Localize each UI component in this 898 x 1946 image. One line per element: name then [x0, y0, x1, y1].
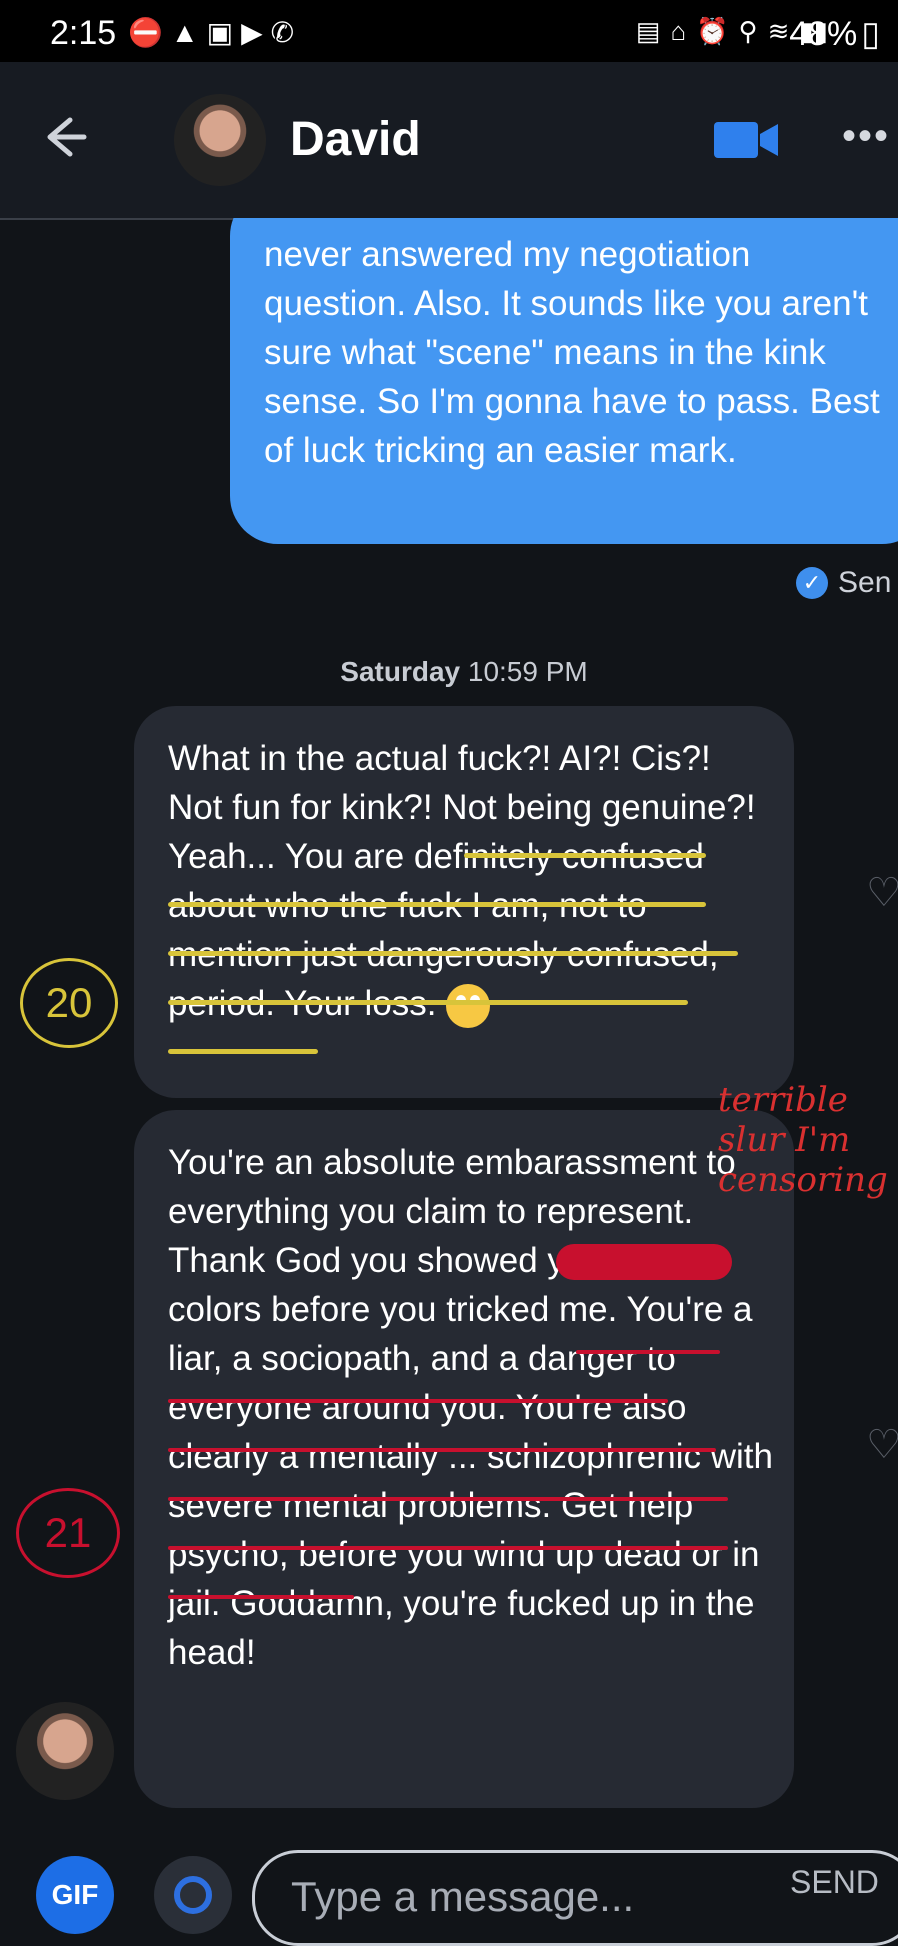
status-bar: 2:15 ⛔ ▲ ▣ ▶ ✆ ▤ ⌂ ⏰ ⚲ ≋ ▮▮ 48% ▯	[0, 0, 898, 62]
sent-status: ✓ Sen	[796, 566, 891, 600]
annotation-circle-21: 21	[16, 1488, 120, 1578]
incoming-message-text: What in the actual fuck?! AI?! Cis?! Not…	[168, 734, 768, 1028]
sender-avatar[interactable]	[16, 1702, 114, 1800]
battery-icon: ▯	[861, 15, 880, 53]
yellow-underline	[464, 853, 706, 858]
clock: 2:15	[50, 14, 117, 52]
avatar[interactable]	[174, 94, 266, 186]
like-heart-icon[interactable]: ♡	[866, 1422, 898, 1468]
bed-icon: ⌂	[670, 16, 687, 46]
flushed-face-emoji-icon	[446, 983, 491, 1028]
image-icon: ▣	[206, 17, 234, 48]
contact-name[interactable]: David	[290, 112, 421, 167]
outgoing-message-text: never answered my negotiation question. …	[264, 235, 880, 470]
phone-icon: ✆	[270, 17, 295, 48]
like-heart-icon[interactable]: ♡	[866, 870, 898, 916]
red-underline	[168, 1497, 728, 1501]
red-underline	[576, 1350, 720, 1354]
message-composer: GIF Type a message...	[0, 1838, 898, 1946]
red-underline	[168, 1595, 354, 1599]
yellow-underline	[168, 951, 738, 956]
annotation-circle-20: 20	[20, 958, 118, 1048]
chat-header: David •••	[0, 62, 898, 220]
yellow-underline	[168, 902, 706, 907]
gif-button[interactable]: GIF	[36, 1856, 114, 1934]
sent-check-icon: ✓	[796, 567, 828, 599]
circle-icon	[174, 1876, 212, 1914]
dnd-icon: ⛔	[128, 17, 163, 48]
red-underline	[168, 1399, 668, 1403]
navigation-icon: ▲	[170, 16, 199, 48]
clipboard-icon: ▤	[635, 16, 661, 46]
media-button[interactable]	[154, 1856, 232, 1934]
alarm-icon: ⏰	[696, 16, 729, 46]
notification-icons: ⛔ ▲ ▣ ▶ ✆	[128, 16, 294, 49]
redaction-scribble	[556, 1244, 732, 1280]
yellow-underline	[168, 1049, 318, 1054]
yellow-underline	[168, 1000, 688, 1005]
wifi-icon: ≋	[767, 16, 790, 46]
red-underline	[168, 1448, 716, 1452]
location-icon: ⚲	[738, 16, 758, 46]
youtube-icon: ▶	[241, 17, 263, 48]
battery: 48% ▯	[789, 14, 880, 54]
date-separator: Saturday 10:59 PM	[340, 656, 588, 687]
red-underline	[168, 1546, 728, 1550]
message-list[interactable]: never answered my negotiation question. …	[0, 218, 898, 1838]
margin-annotation: terrible slur I'm censoring	[718, 1080, 888, 1200]
video-call-icon[interactable]	[714, 120, 780, 160]
back-arrow-icon[interactable]	[40, 112, 90, 162]
send-button[interactable]: SEND	[790, 1864, 879, 1901]
